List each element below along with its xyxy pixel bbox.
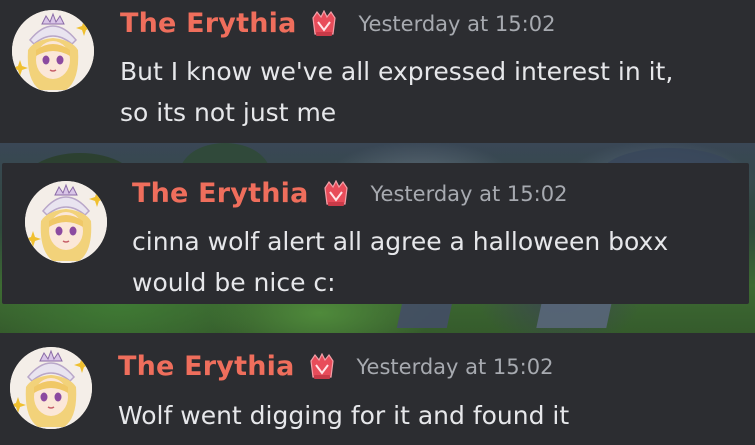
username[interactable]: The Erythia [118, 351, 295, 382]
chat-message: The Erythia Yesterday at 15:02 cinna wol… [2, 163, 749, 304]
message-timestamp: Yesterday at 15:02 [370, 181, 568, 206]
message-content: But I know we've all expressed interest … [120, 57, 674, 127]
boost-badge-icon[interactable] [307, 352, 337, 381]
message-header: The Erythia Yesterday at 15:02 [118, 351, 553, 382]
boost-badge-icon[interactable] [309, 9, 339, 38]
username[interactable]: The Erythia [132, 178, 309, 209]
user-avatar[interactable] [10, 347, 92, 429]
message-timestamp: Yesterday at 15:02 [358, 11, 556, 36]
anime-avatar-icon [25, 181, 107, 263]
message-header: The Erythia Yesterday at 15:02 [132, 178, 567, 209]
message-content: Wolf went digging for it and found it [118, 401, 570, 430]
user-avatar[interactable] [12, 10, 94, 92]
user-avatar[interactable] [25, 181, 107, 263]
message-content: cinna wolf alert all agree a halloween b… [132, 227, 669, 297]
chat-message: The Erythia Yesterday at 15:02 Wolf went… [0, 333, 755, 445]
username[interactable]: The Erythia [120, 8, 297, 39]
anime-avatar-icon [10, 347, 92, 429]
chat-message: The Erythia Yesterday at 15:02 But I kno… [0, 0, 755, 143]
boost-badge-icon[interactable] [321, 179, 351, 208]
message-timestamp: Yesterday at 15:02 [356, 354, 554, 379]
message-header: The Erythia Yesterday at 15:02 [120, 8, 555, 39]
anime-avatar-icon [12, 10, 94, 92]
